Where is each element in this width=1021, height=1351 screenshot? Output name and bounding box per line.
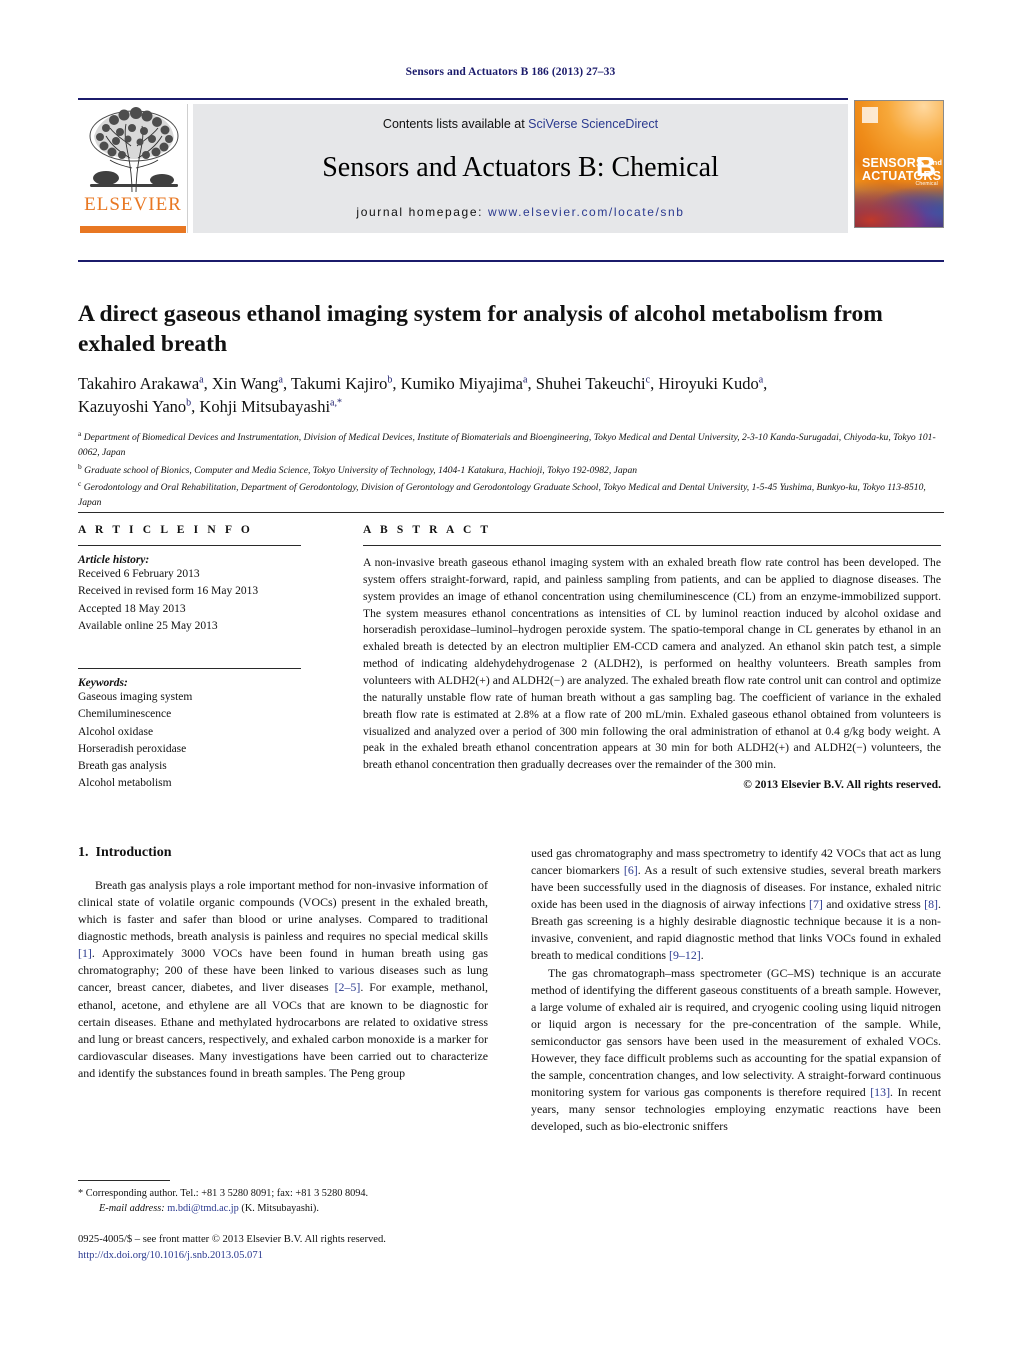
affiliation-text-c: Gerodontology and Oral Rehabilitation, D… [78,482,926,509]
keyword-item: Horseradish peroxidase [78,742,187,755]
history-received: Received 6 February 2013 [78,568,200,580]
running-head: Sensors and Actuators B 186 (2013) 27–33 [405,66,616,78]
journal-homepage-line: journal homepage: www.elsevier.com/locat… [193,205,848,219]
citation-ref-13[interactable]: [13] [870,1085,890,1099]
keyword-item: Alcohol oxidase [78,725,154,738]
page-title: A direct gaseous ethanol imaging system … [78,300,883,357]
intro-paragraph-right-1: used gas chromatography and mass spectro… [531,845,941,965]
footnote-rule [78,1180,170,1181]
citation-ref-6[interactable]: [6] [624,863,638,877]
affiliation-a: a Department of Biomedical Devices and I… [78,428,940,461]
info-section-rule [78,512,944,513]
intro-paragraph-left: Breath gas analysis plays a role importa… [78,877,488,1082]
citation-ref-1[interactable]: [1] [78,946,92,960]
corresponding-author-note: * Corresponding author. Tel.: +81 3 5280… [78,1188,369,1199]
doi-link[interactable]: http://dx.doi.org/10.1016/j.snb.2013.05.… [78,1248,508,1264]
abstract-rule [363,545,941,546]
contents-prefix: Contents lists available at [382,117,529,131]
footnote-block: * Corresponding author. Tel.: +81 3 5280… [78,1186,488,1216]
elsevier-tree-icon [84,106,184,198]
article-history-label: Article history: [78,554,150,566]
abstract-heading: A B S T R A C T [363,524,492,536]
affiliations-block: a Department of Biomedical Devices and I… [78,428,940,510]
section-number: 1. [78,845,89,860]
affiliation-b: b Graduate school of Bionics, Computer a… [78,461,940,478]
body-right-column: used gas chromatography and mass spectro… [531,845,941,1135]
keyword-item: Alcohol metabolism [78,777,172,790]
keyword-item: Gaseous imaging system [78,691,193,703]
journal-homepage-link[interactable]: www.elsevier.com/locate/snb [488,205,685,219]
affiliation-marker-a: a [78,429,82,438]
journal-title: Sensors and Actuators B: Chemical [322,152,719,183]
homepage-prefix: journal homepage: [356,205,488,219]
history-revised: Received in revised form 16 May 2013 [78,585,259,598]
email-link[interactable]: m.bdi@tmd.ac.jp [167,1203,239,1214]
cover-volume-letter: B [915,151,936,182]
intro-text-c: . For example, methanol, ethanol, aceton… [78,980,488,1080]
abstract-copyright: © 2013 Elsevier B.V. All rights reserved… [743,778,941,792]
cover-mini-elsevier-icon [862,107,878,123]
masthead-top-rule [78,98,848,100]
title-top-rule [78,260,944,262]
affiliation-marker-b: b [78,461,82,471]
body-left-column: 1. Introduction Breath gas analysis plays… [78,845,488,1082]
journal-masthead: ELSEVIER Contents lists available at Sci… [78,98,944,233]
elsevier-orange-bar [80,226,186,233]
issn-line: 0925-4005/$ – see front matter © 2013 El… [78,1234,386,1245]
cover-bottom-artwork [855,181,943,227]
history-online: Available online 25 May 2013 [78,619,218,632]
citation-ref-7[interactable]: [7] [809,897,823,911]
keyword-item: Breath gas analysis [78,760,167,772]
email-label: E-mail address: [99,1203,165,1215]
abstract-column: A B S T R A C T A non-invasive breath ga… [363,524,941,791]
keywords-rule [78,668,301,669]
journal-cover-thumbnail: SENSORS and ACTUATORS B Chemical [854,100,944,228]
keyword-item: Chemiluminescence [78,708,172,721]
intro-r-text-c: and oxidative stress [822,897,925,912]
article-info-heading: A R T I C L E I N F O [78,524,253,536]
sciencedirect-link[interactable]: SciVerse ScienceDirect [528,117,658,131]
authors-line-2: Kazuyoshi Yanob, Kohji Mitsubayashia,* [78,397,342,417]
intro-text-a: Breath gas analysis plays a role importa… [78,878,488,944]
affiliation-text-a: Department of Biomedical Devices and Ins… [78,432,936,459]
citation-ref-9-12[interactable]: [9–12] [669,948,701,962]
authors-line-1: Takahiro Arakawaa, Xin Wanga, Takumi Kaj… [78,374,768,393]
intro-r-text-e: . [700,948,704,963]
colophon: 0925-4005/$ – see front matter © 2013 El… [78,1232,508,1264]
history-accepted: Accepted 18 May 2013 [78,602,186,615]
keywords-label: Keywords: [78,677,128,689]
affiliation-marker-c: c [78,478,82,488]
elsevier-wordmark: ELSEVIER [84,194,182,215]
cover-volume-subtitle: Chemical [915,181,938,187]
affiliation-text-b: Graduate school of Bionics, Computer and… [84,464,638,476]
abstract-text: A non-invasive breath gaseous ethanol im… [363,556,941,772]
journal-article-page: Sensors and Actuators B 186 (2013) 27–33 [0,0,1021,1351]
masthead-band: Contents lists available at SciVerse Sci… [193,104,848,233]
email-note: E-mail address: m.bdi@tmd.ac.jp (K. Mits… [78,1201,488,1216]
contents-available-line: Contents lists available at SciVerse Sci… [193,117,848,131]
intro-r2-text-a: The gas chromatograph–mass spectrometer … [531,965,941,1100]
author-list: Takahiro Arakawaa, Xin Wanga, Takumi Kaj… [78,372,938,419]
section-heading-introduction: 1. Introduction [78,845,488,861]
intro-paragraph-right-2: The gas chromatograph–mass spectrometer … [531,965,941,1136]
email-owner: (K. Mitsubayashi). [241,1203,319,1215]
article-info-column: A R T I C L E I N F O Article history: R… [78,524,333,793]
affiliation-c: c Gerodontology and Oral Rehabilitation,… [78,478,940,511]
article-info-rule [78,545,301,546]
section-title: Introduction [95,845,172,860]
elsevier-logo: ELSEVIER [78,104,188,233]
citation-ref-2-5[interactable]: [2–5] [335,980,361,994]
citation-ref-8[interactable]: [8] [924,897,938,911]
